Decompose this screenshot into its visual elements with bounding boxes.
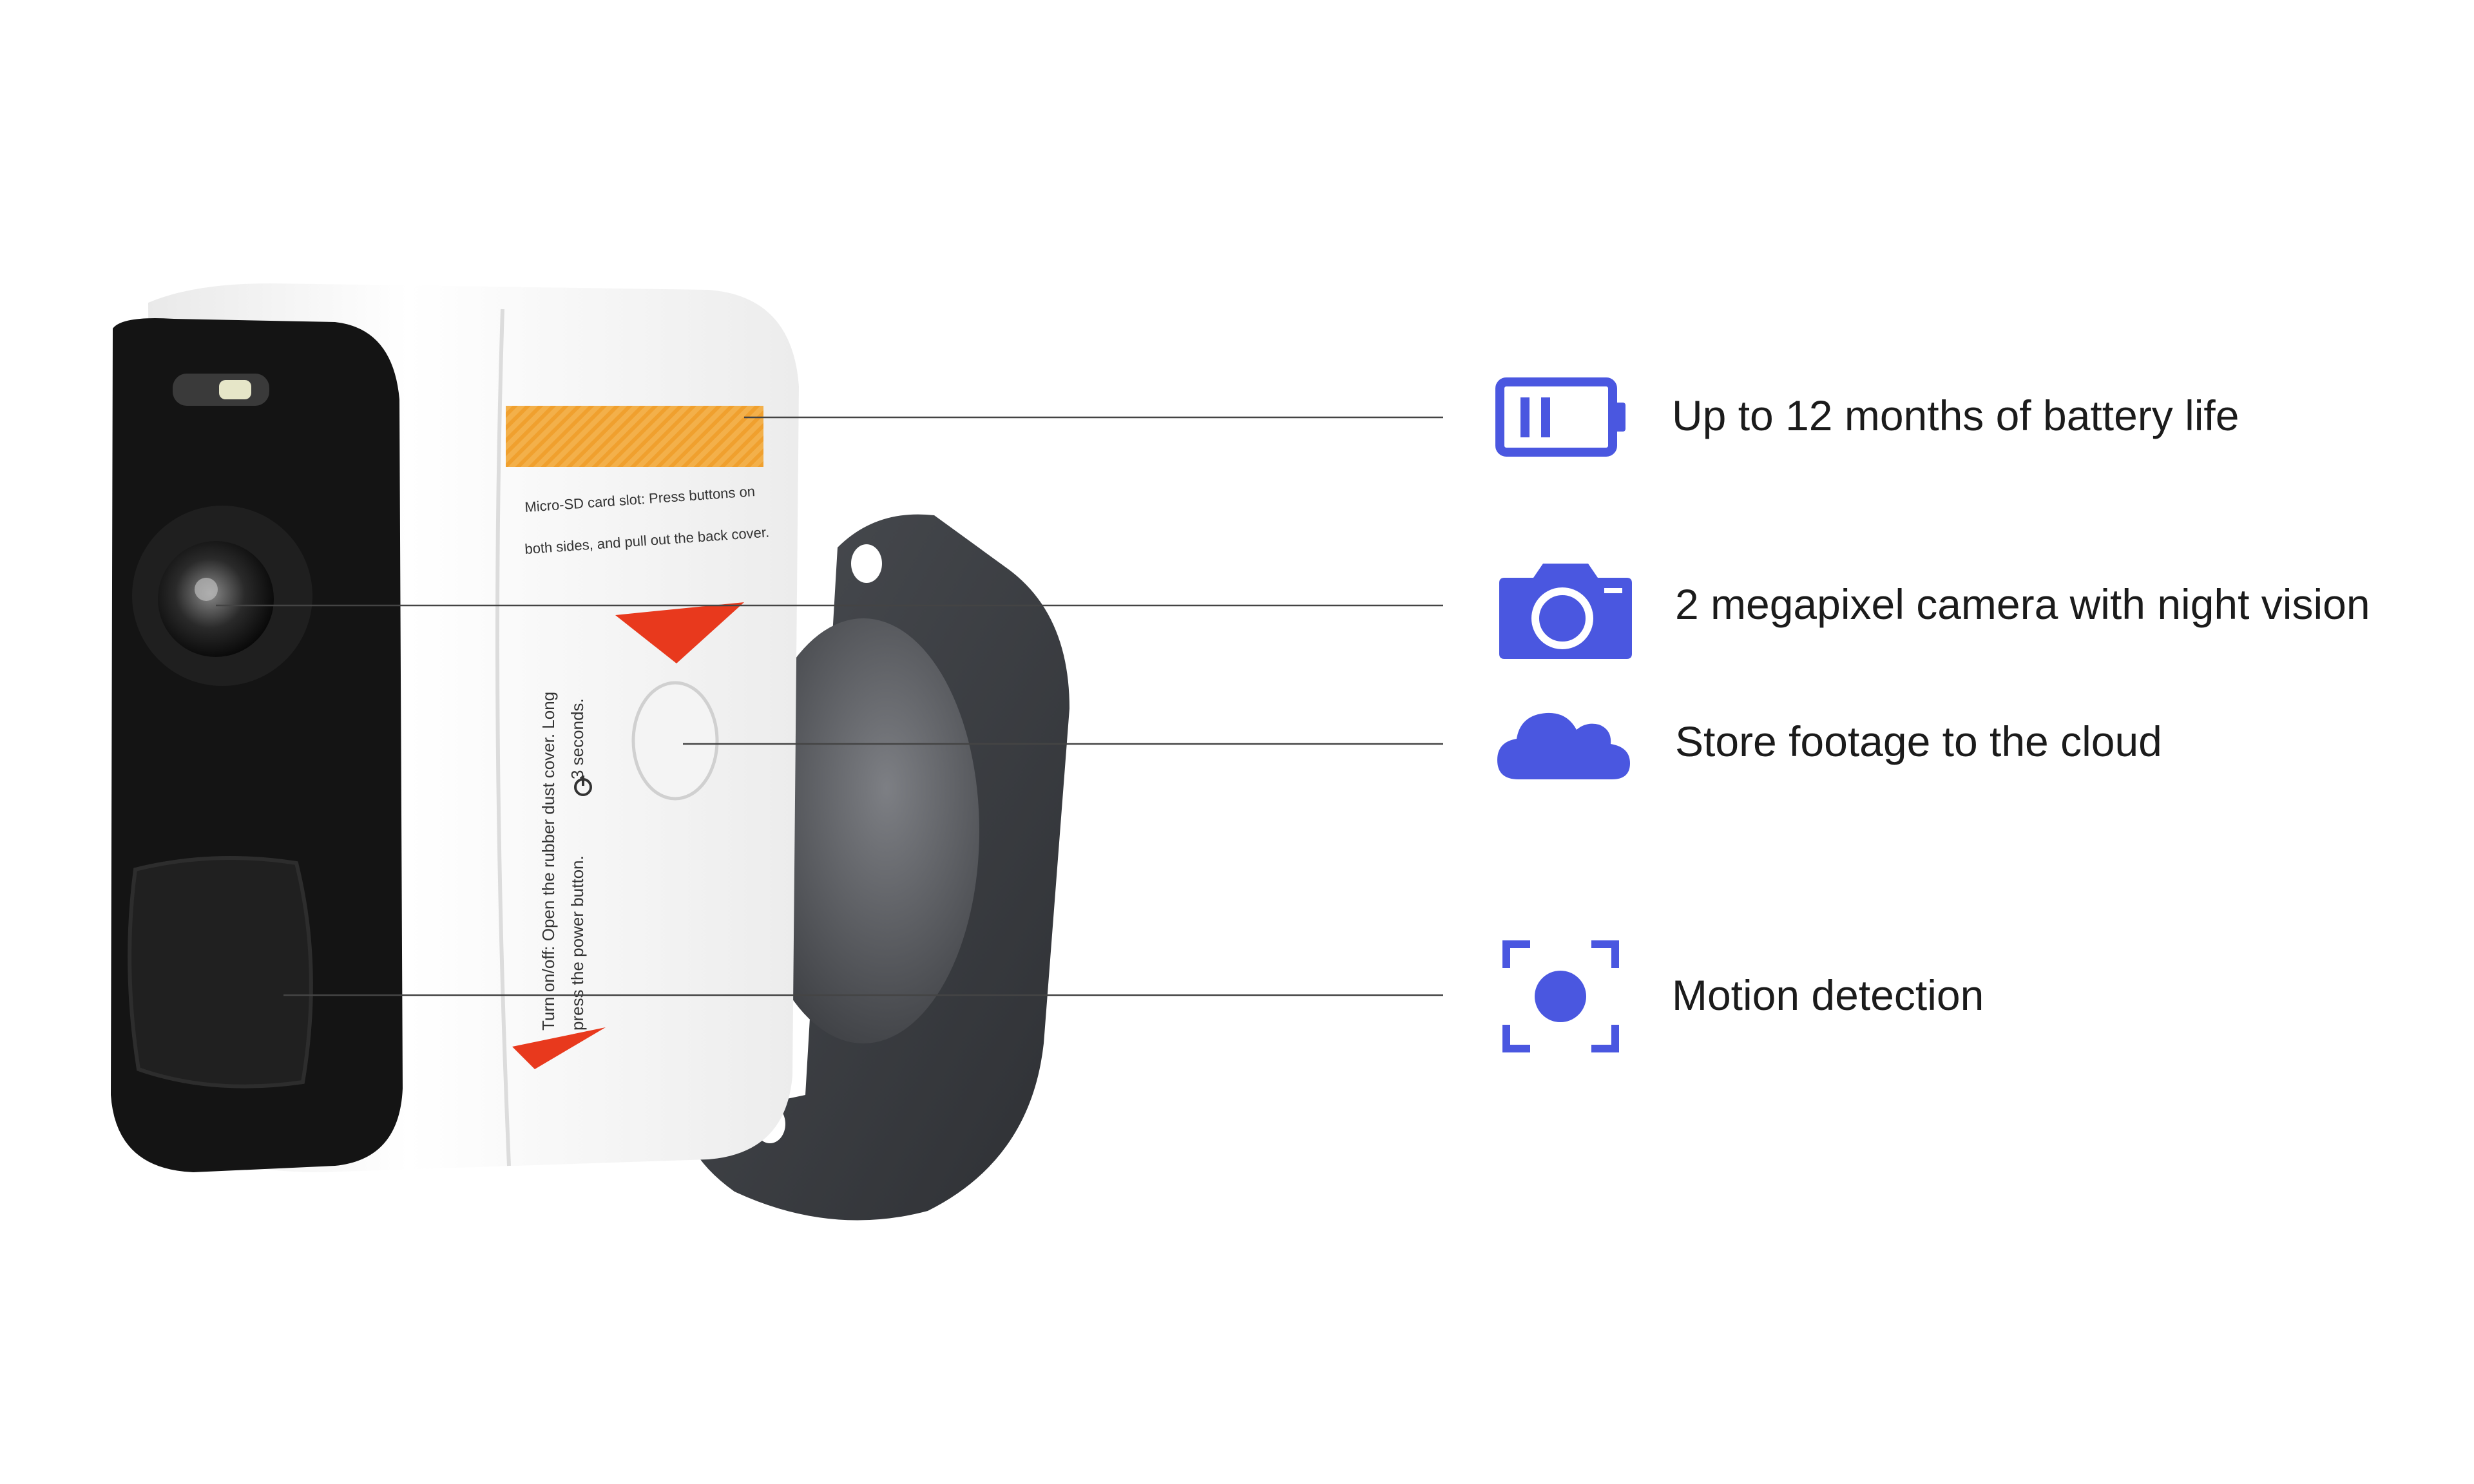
feature-label-cloud: Store footage to the cloud xyxy=(1675,718,2162,765)
camera-lens xyxy=(158,541,274,657)
power-button xyxy=(631,681,719,801)
feature-label-camera: 2 megapixel camera with night vision xyxy=(1675,580,2370,628)
orange-label-sticker xyxy=(506,406,763,467)
power-instruction-line3: 3 seconds. xyxy=(568,698,587,779)
product-feature-page: Micro-SD card slot: Press buttons on bot… xyxy=(0,0,2474,1484)
feature-label-battery: Up to 12 months of battery life xyxy=(1672,392,2239,439)
camera-icon xyxy=(1499,564,1632,659)
camera-body: Micro-SD card slot: Press buttons on bot… xyxy=(111,283,799,1172)
power-instruction-line2: press the power button. xyxy=(568,855,587,1031)
cloud-icon xyxy=(1497,712,1630,779)
feature-label-motion: Motion detection xyxy=(1672,971,1984,1019)
motion-detection-icon xyxy=(1502,940,1619,1052)
power-instruction-line1: Turn on/off: Open the rubber dust cover.… xyxy=(539,692,558,1031)
mount-screw-hole-top xyxy=(851,544,882,583)
battery-icon xyxy=(1495,377,1625,457)
pir-motion-sensor xyxy=(128,856,313,1089)
